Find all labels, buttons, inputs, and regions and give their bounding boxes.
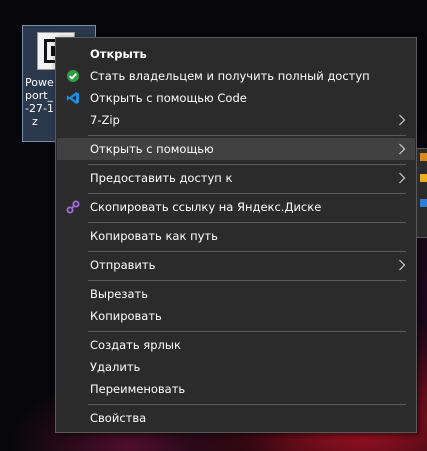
menu-item-send-to[interactable]: Отправить (57, 254, 415, 276)
menu-item-label: Копировать (90, 309, 162, 323)
menu-separator (88, 193, 406, 194)
link-icon (66, 200, 80, 214)
chevron-right-icon (399, 143, 406, 155)
menu-separator (88, 222, 406, 223)
menu-item-label: Открыть (90, 47, 147, 61)
menu-separator (88, 404, 406, 405)
menu-item-label: Создать ярлык (90, 338, 181, 352)
menu-item-label: Открыть с помощью (90, 142, 214, 156)
shield-check-icon (67, 70, 79, 82)
menu-item-label: Предоставить доступ к (90, 171, 233, 185)
menu-item-take-ownership[interactable]: Стать владельцем и получить полный досту… (57, 65, 415, 87)
menu-item-properties[interactable]: Свойства (57, 407, 415, 429)
open-with-submenu (416, 148, 427, 238)
menu-item-label: Открыть с помощью Code (90, 91, 247, 105)
menu-item-label: Свойства (90, 411, 147, 425)
menu-item-create-shortcut[interactable]: Создать ярлык (57, 334, 415, 356)
menu-item-label: Отправить (90, 258, 156, 272)
menu-item-label: Удалить (90, 360, 141, 374)
menu-item-label: Стать владельцем и получить полный досту… (90, 69, 370, 83)
menu-separator (88, 164, 406, 165)
menu-item-open[interactable]: Открыть (57, 43, 415, 65)
menu-item-copy-yandex-link[interactable]: Скопировать ссылку на Яндекс.Диске (57, 196, 415, 218)
menu-item-label: 7-Zip (90, 113, 120, 127)
menu-separator (88, 331, 406, 332)
menu-item-copy-as-path[interactable]: Копировать как путь (57, 225, 415, 247)
menu-item-rename[interactable]: Переименовать (57, 378, 415, 400)
vscode-icon (66, 92, 79, 104)
menu-item-copy[interactable]: Копировать (57, 305, 415, 327)
menu-item-open-with-code[interactable]: Открыть с помощью Code (57, 87, 415, 109)
menu-separator (88, 251, 406, 252)
menu-item-label: Скопировать ссылку на Яндекс.Диске (90, 200, 322, 214)
chevron-right-icon (399, 259, 406, 271)
context-menu: Открыть Стать владельцем и получить полн… (55, 37, 417, 433)
chevron-right-icon (399, 172, 406, 184)
menu-item-label: Вырезать (90, 287, 148, 301)
menu-item-delete[interactable]: Удалить (57, 356, 415, 378)
menu-separator (88, 135, 406, 136)
chevron-right-icon (399, 114, 406, 126)
menu-item-open-with[interactable]: Открыть с помощью (57, 138, 415, 160)
app-icon[interactable] (420, 199, 427, 207)
app-icon[interactable] (420, 174, 427, 182)
menu-item-7zip[interactable]: 7-Zip (57, 109, 415, 131)
menu-item-cut[interactable]: Вырезать (57, 283, 415, 305)
menu-item-label: Копировать как путь (90, 229, 218, 243)
menu-item-give-access[interactable]: Предоставить доступ к (57, 167, 415, 189)
menu-separator (88, 280, 406, 281)
menu-item-label: Переименовать (90, 382, 186, 396)
app-icon[interactable] (420, 153, 427, 161)
